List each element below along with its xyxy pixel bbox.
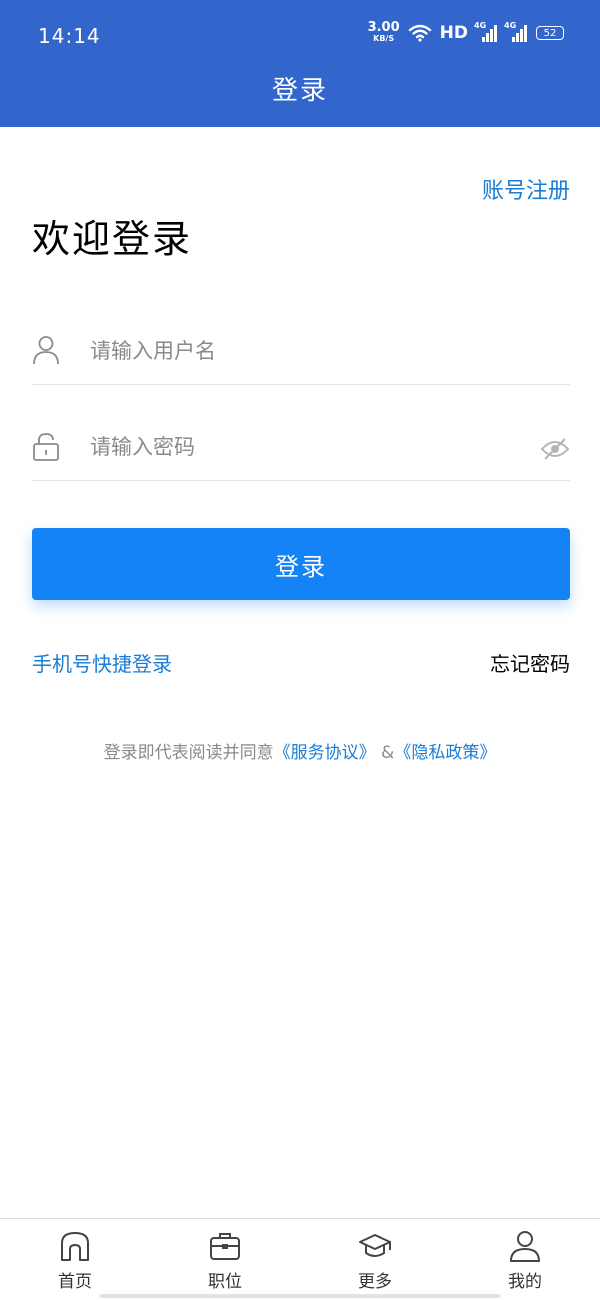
network-speed: 3.00 KB/S [367, 20, 400, 44]
wifi-icon [408, 24, 431, 42]
tab-label: 职位 [208, 1272, 242, 1292]
network-speed-value: 3.00 [367, 20, 400, 35]
tab-jobs[interactable]: 职位 [150, 1219, 300, 1300]
username-input[interactable] [88, 331, 518, 371]
home-indicator [100, 1294, 500, 1298]
status-time: 14:14 [38, 24, 101, 48]
battery-level: 52 [543, 27, 557, 39]
hd-indicator: HD [439, 23, 468, 43]
bottom-tab-bar: 首页 职位 更多 我的 [0, 1218, 600, 1300]
status-icons: 3.00 KB/S HD 4G 4G 52 [367, 20, 564, 44]
signal-type-label: 4G [474, 21, 487, 30]
user-icon [33, 336, 59, 365]
user-icon [510, 1231, 540, 1262]
agreement-prefix: 登录即代表阅读并同意 [103, 743, 274, 763]
phone-quick-login-link[interactable]: 手机号快捷登录 [32, 648, 172, 677]
service-agreement-link[interactable]: 《服务协议》 [274, 743, 376, 763]
password-field [32, 385, 570, 481]
welcome-heading: 欢迎登录 [32, 217, 193, 261]
signal-icon: 4G [504, 21, 528, 42]
password-input[interactable] [88, 427, 518, 467]
tab-label: 首页 [58, 1272, 92, 1292]
graduation-cap-icon [359, 1234, 391, 1257]
signal-icon: 4G [474, 21, 498, 42]
battery-icon: 52 [536, 26, 564, 40]
eye-off-icon[interactable] [540, 437, 570, 461]
home-icon [61, 1232, 89, 1261]
agreement-connector: & [375, 743, 395, 763]
signal-type-label: 4G [504, 21, 517, 30]
username-field [32, 289, 570, 385]
briefcase-icon [210, 1233, 240, 1260]
network-speed-unit: KB/S [373, 34, 395, 43]
page-title: 登录 [271, 76, 328, 106]
tab-mine[interactable]: 我的 [450, 1219, 600, 1300]
agreement-text: 登录即代表阅读并同意《服务协议》 &《隐私政策》 [0, 738, 600, 763]
tab-label: 我的 [508, 1272, 542, 1292]
tab-home[interactable]: 首页 [0, 1219, 150, 1300]
app-header: 14:14 3.00 KB/S HD 4G 4G 52 登录 [0, 0, 600, 127]
privacy-policy-link[interactable]: 《隐私政策》 [394, 743, 496, 763]
lock-icon [33, 433, 59, 461]
tab-more[interactable]: 更多 [300, 1219, 450, 1300]
forgot-password-link[interactable]: 忘记密码 [490, 648, 570, 677]
register-link[interactable]: 账号注册 [482, 173, 570, 205]
tab-label: 更多 [358, 1272, 392, 1292]
login-button[interactable]: 登录 [32, 528, 570, 600]
